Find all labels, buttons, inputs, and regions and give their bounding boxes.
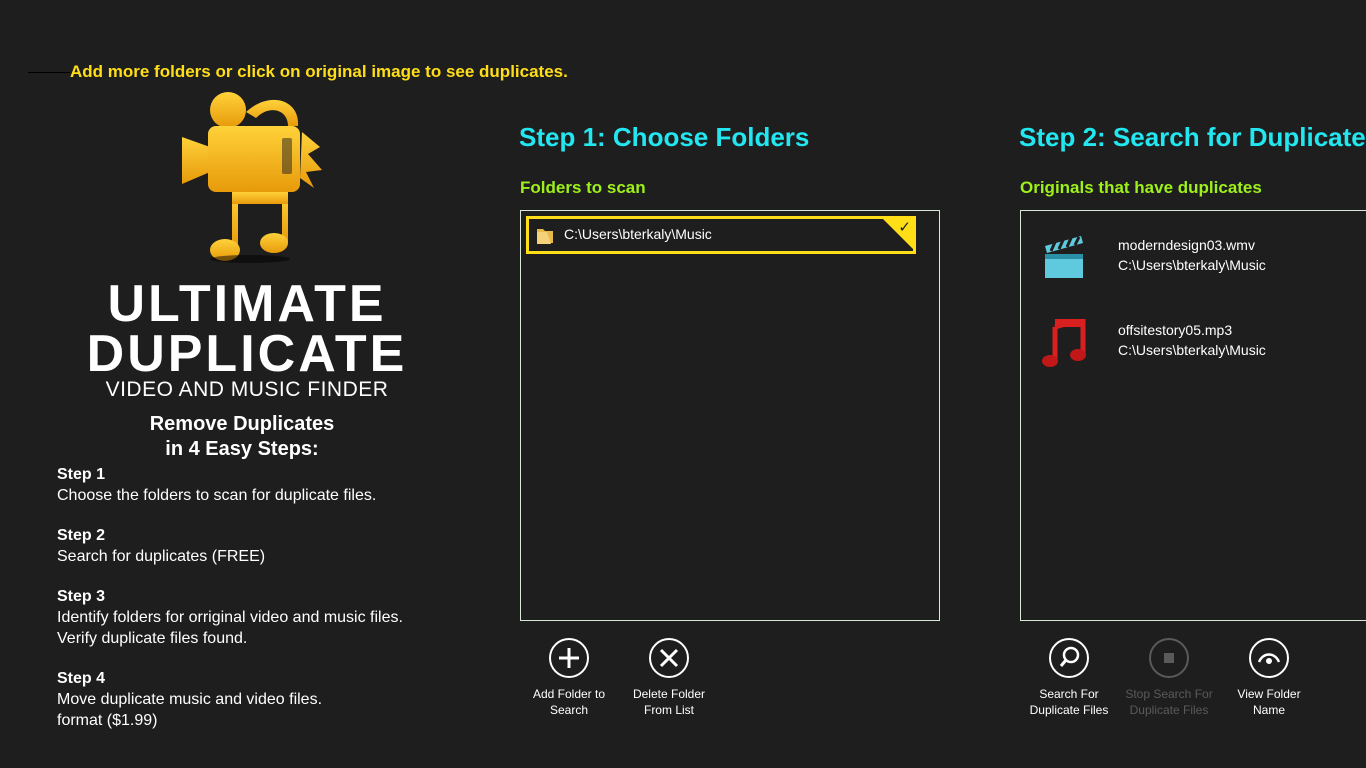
video-music-logo-icon — [182, 92, 322, 263]
step-title: Step 4 — [57, 670, 106, 687]
add-folder-button[interactable]: Add Folder to Search — [519, 638, 619, 718]
folder-list-item[interactable]: C:\Users\bterkaly\Music ✓ — [526, 216, 916, 254]
originals-list[interactable]: moderndesign03.wmv C:\Users\bterkaly\Mus… — [1020, 210, 1366, 621]
search-icon — [1049, 638, 1089, 678]
step-title: Step 1 — [57, 466, 106, 483]
hint-text: Add more folders or click on original im… — [70, 62, 568, 81]
original-name: moderndesign03.wmv — [1118, 237, 1255, 253]
search-duplicates-label: Search For Duplicate Files — [1029, 687, 1109, 717]
tagline-line2: in 4 Easy Steps: — [165, 438, 319, 460]
step-4-instructions: Step 4 Move duplicate music and video fi… — [57, 668, 322, 731]
originals-label: Originals that have duplicates — [1020, 178, 1262, 197]
tagline-line1: Remove Duplicates — [149, 413, 335, 435]
step-text: Identify folders for orriginal video and… — [57, 609, 403, 626]
step-2-instructions: Step 2 Search for duplicates (FREE) — [57, 525, 265, 567]
step-text: format ($1.99) — [57, 712, 158, 729]
folders-list[interactable]: C:\Users\bterkaly\Music ✓ — [520, 210, 940, 621]
view-folder-name-label: View Folder Name — [1237, 687, 1301, 717]
tagline: Remove Duplicates in 4 Easy Steps: — [0, 412, 484, 462]
logo-title-line2: DUPLICATE — [86, 325, 408, 383]
logo-subtitle: VIDEO AND MUSIC FINDER — [105, 378, 389, 401]
folder-icon — [537, 229, 553, 244]
video-clapper-icon — [1045, 236, 1083, 278]
stop-search-button[interactable]: Stop Search For Duplicate Files — [1119, 638, 1219, 718]
folder-path: C:\Users\bterkaly\Music — [564, 226, 712, 242]
stop-search-label: Stop Search For Duplicate Files — [1125, 687, 1213, 717]
eye-icon — [1249, 638, 1289, 678]
section-1-title: Step 1: Choose Folders — [519, 122, 810, 152]
checkmark-icon: ✓ — [898, 219, 911, 236]
delete-folder-button[interactable]: Delete Folder From List — [619, 638, 719, 718]
delete-folder-label: Delete Folder From List — [632, 687, 706, 717]
original-path: C:\Users\bterkaly\Music — [1118, 257, 1266, 273]
step-title: Step 2 — [57, 527, 106, 544]
cross-icon — [649, 638, 689, 678]
step-text: Search for duplicates (FREE) — [57, 548, 266, 565]
folders-to-scan-label: Folders to scan — [520, 178, 646, 197]
section-2-title: Step 2: Search for Duplicates — [1019, 122, 1366, 152]
step-text: Choose the folders to scan for duplicate… — [57, 487, 377, 504]
original-item[interactable]: offsitestory05.mp3 C:\Users\bterkaly\Mus… — [1041, 319, 1366, 379]
plus-icon — [549, 638, 589, 678]
add-folder-label: Add Folder to Search — [532, 687, 606, 717]
original-item[interactable]: moderndesign03.wmv C:\Users\bterkaly\Mus… — [1041, 234, 1366, 294]
search-duplicates-button[interactable]: Search For Duplicate Files — [1019, 638, 1119, 718]
original-name: offsitestory05.mp3 — [1118, 322, 1233, 338]
step-text: Move duplicate music and video files. — [57, 691, 323, 708]
view-folder-name-button[interactable]: View Folder Name — [1219, 638, 1319, 718]
step-text: Verify duplicate files found. — [57, 630, 248, 647]
step-3-instructions: Step 3 Identify folders for orriginal vi… — [57, 586, 403, 649]
logo-title-line1: ULTIMATE — [107, 275, 387, 333]
step-title: Step 3 — [57, 588, 106, 605]
step-1-instructions: Step 1 Choose the folders to scan for du… — [57, 464, 376, 506]
hint-divider — [28, 72, 70, 73]
original-path: C:\Users\bterkaly\Music — [1118, 342, 1266, 358]
stop-icon — [1149, 638, 1189, 678]
music-note-icon — [1042, 319, 1086, 367]
